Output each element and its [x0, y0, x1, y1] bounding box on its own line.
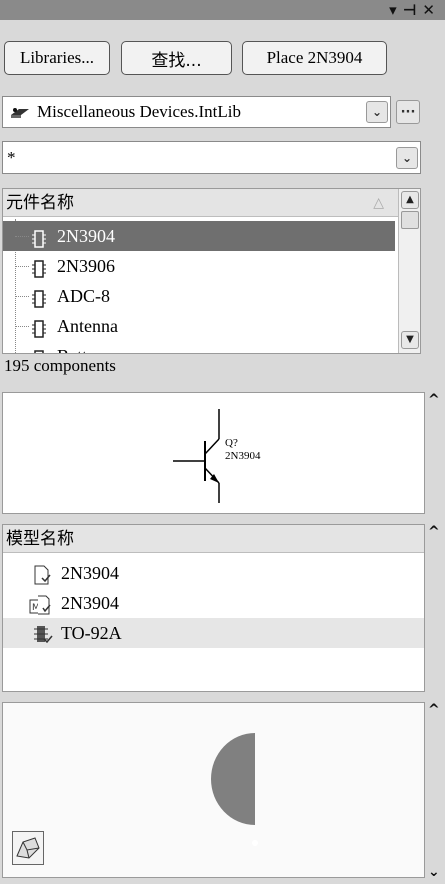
collapse-icon[interactable]: ^ — [428, 524, 441, 540]
collapse-icon[interactable]: ^ — [428, 702, 441, 718]
library-more-button[interactable]: ··· — [396, 100, 420, 124]
search-button[interactable]: 查找... — [121, 41, 232, 75]
library-icon — [9, 105, 31, 119]
component-name: ADC-8 — [57, 286, 110, 306]
footprint-model-icon — [33, 624, 53, 654]
panel-titlebar — [0, 0, 445, 20]
library-select-value: Miscellaneous Devices.IntLib — [37, 102, 241, 121]
component-name: 2N3904 — [57, 226, 115, 246]
libraries-button[interactable]: Libraries... — [4, 41, 110, 75]
components-list[interactable]: 元件名称 △ ▲ ▼ 2N3904 2N3906 ADC-8 Antenna B… — [2, 188, 421, 354]
model-name: 2N3904 — [61, 593, 119, 613]
scroll-up-icon[interactable]: ▲ — [401, 191, 419, 209]
component-row[interactable]: Battery — [3, 341, 395, 353]
component-row[interactable]: Antenna — [3, 311, 395, 341]
tree-connector — [15, 296, 29, 297]
components-scrollbar[interactable]: ▲ ▼ — [398, 189, 420, 353]
component-chip-icon — [31, 257, 47, 278]
filter-input[interactable]: * ⌄ — [2, 141, 421, 174]
component-name: 2N3906 — [57, 256, 115, 276]
sort-icon: △ — [373, 195, 384, 211]
model-row[interactable]: 2N3904 — [3, 558, 424, 588]
3d-view-toggle-icon[interactable] — [12, 831, 44, 865]
chevron-down-icon[interactable]: ⌄ — [396, 147, 418, 169]
tree-connector — [15, 326, 29, 327]
scroll-down-icon[interactable]: ▼ — [401, 331, 419, 349]
model-row[interactable]: TO-92A — [3, 618, 424, 648]
component-row[interactable]: ADC-8 — [3, 281, 395, 311]
place-button[interactable]: Place 2N3904 — [242, 41, 387, 75]
component-chip-icon — [31, 317, 47, 338]
tree-connector — [15, 236, 29, 237]
library-select[interactable]: Miscellaneous Devices.IntLib ⌄ — [2, 96, 391, 128]
chevron-down-icon[interactable]: ⌄ — [366, 101, 388, 123]
models-header-label: 模型名称 — [6, 529, 74, 549]
component-name: Battery — [57, 341, 110, 353]
models-list[interactable]: 模型名称 2N3904 M 2N3904 TO-92A — [2, 524, 425, 692]
component-name: Antenna — [57, 316, 118, 336]
component-chip-icon — [31, 287, 47, 308]
component-chip-icon — [31, 227, 47, 248]
model-name: TO-92A — [61, 623, 122, 643]
model-row[interactable]: M 2N3904 — [3, 588, 424, 618]
scroll-thumb[interactable] — [401, 211, 419, 229]
expand-icon[interactable]: ⌄ — [428, 864, 441, 880]
components-count: 195 components — [4, 356, 116, 375]
component-chip-icon — [31, 347, 47, 353]
collapse-icon[interactable]: ^ — [428, 392, 441, 408]
tree-connector — [15, 266, 29, 267]
footprint-pad-shape — [211, 733, 258, 846]
component-row[interactable]: 2N3906 — [3, 251, 395, 281]
comment-label: 2N3904 — [225, 450, 261, 462]
symbol-preview: Q? 2N3904 — [2, 392, 425, 514]
footprint-preview — [2, 702, 425, 878]
designator-label: Q? — [225, 437, 238, 449]
dropdown-arrow-icon[interactable]: ▾ — [389, 1, 403, 19]
models-header[interactable]: 模型名称 — [3, 525, 424, 553]
filter-value: * — [7, 147, 16, 167]
components-header[interactable]: 元件名称 △ — [3, 189, 398, 217]
component-row[interactable]: 2N3904 — [3, 221, 395, 251]
titlebar-buttons: ▾⊣✕ — [389, 0, 441, 20]
close-icon[interactable]: ✕ — [422, 1, 441, 19]
components-header-label: 元件名称 — [6, 193, 74, 213]
model-name: 2N3904 — [61, 563, 119, 583]
pin-icon[interactable]: ⊣ — [403, 1, 423, 19]
